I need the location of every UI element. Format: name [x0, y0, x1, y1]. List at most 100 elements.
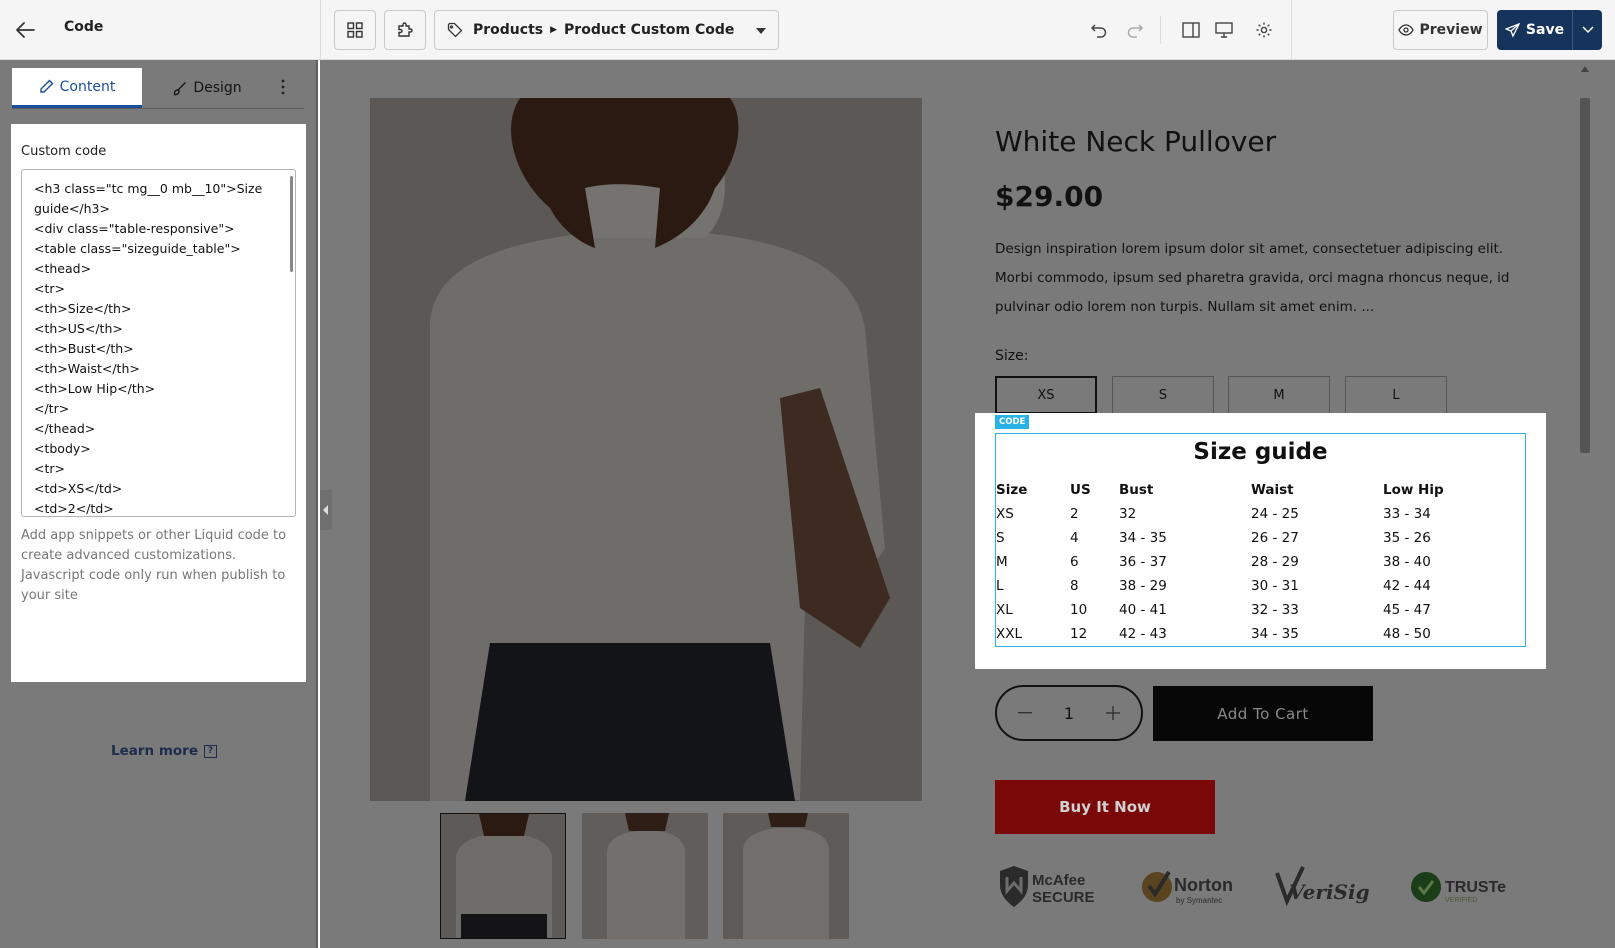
product-thumbnail-1[interactable] — [440, 813, 566, 939]
code-line: <tr> — [34, 281, 65, 296]
desktop-icon[interactable] — [1214, 20, 1234, 40]
table-cell: M — [996, 554, 1008, 570]
product-description: Design inspiration lorem ipsum dolor sit… — [995, 241, 1510, 315]
save-label: Save — [1525, 22, 1565, 38]
save-button[interactable]: Save — [1497, 10, 1572, 50]
learn-more-label: Learn more — [111, 743, 198, 759]
tab-divider — [12, 108, 304, 109]
divider — [320, 0, 321, 60]
breadcrumb-separator-icon: ▶ — [550, 25, 558, 35]
tab-content[interactable]: Content — [12, 68, 142, 108]
product-thumbnail-3[interactable] — [723, 813, 849, 939]
sidebar-toggle-icon[interactable] — [1181, 20, 1201, 40]
table-cell: 28 - 29 — [1251, 554, 1299, 570]
product-main-image[interactable] — [370, 98, 922, 801]
table-row: XXL 12 42 - 43 34 - 35 48 - 50 — [996, 622, 1523, 646]
size-option-s[interactable]: S — [1112, 376, 1214, 414]
truste-verified-text: VERIFIED — [1445, 897, 1477, 904]
table-cell: 45 - 47 — [1383, 602, 1431, 618]
code-line: <td>2</td> — [34, 501, 114, 516]
table-cell: 30 - 31 — [1251, 578, 1299, 594]
table-cell: 34 - 35 — [1119, 530, 1167, 546]
scroll-up-icon[interactable] — [1581, 66, 1589, 72]
mcafee-secure-text: SECURE — [1032, 889, 1095, 906]
undo-icon[interactable] — [1089, 20, 1109, 40]
canvas-scrollbar[interactable] — [1577, 60, 1593, 948]
editor-scrollbar[interactable] — [290, 176, 293, 272]
table-cell: L — [996, 578, 1004, 594]
code-line: <div class="table-responsive"> — [34, 221, 235, 236]
plus-icon[interactable] — [1103, 703, 1123, 723]
code-line: <tbody> — [34, 441, 91, 456]
sections-grid-button[interactable] — [334, 10, 376, 50]
tab-design-label: Design — [193, 80, 242, 96]
table-cell: 48 - 50 — [1383, 626, 1431, 642]
settings-gear-icon[interactable] — [1254, 20, 1274, 40]
table-cell: 12 — [1070, 626, 1088, 642]
product-thumbnail-2[interactable] — [582, 813, 708, 939]
breadcrumb-current: Product Custom Code — [564, 22, 735, 38]
norton-sub-text: by Symantec — [1176, 896, 1222, 905]
table-row: L 8 38 - 29 30 - 31 42 - 44 — [996, 574, 1523, 598]
table-cell: XXL — [996, 626, 1023, 642]
back-arrow-icon[interactable] — [14, 18, 38, 42]
size-option-xs[interactable]: XS — [995, 376, 1097, 414]
buy-it-now-button[interactable]: Buy It Now — [995, 780, 1215, 834]
canvas-scrollbar-thumb[interactable] — [1580, 98, 1590, 453]
tab-design[interactable]: Design — [142, 68, 272, 108]
preview-button[interactable]: Preview — [1393, 10, 1488, 50]
top-bar: Code Products ▶ Product Custom Code Prev… — [0, 0, 1615, 60]
quantity-value[interactable]: 1 — [1064, 704, 1074, 723]
table-cell: 42 - 44 — [1383, 578, 1431, 594]
custom-code-help-text: Add app snippets or other Liquid code to… — [21, 528, 287, 603]
table-cell: S — [996, 530, 1005, 546]
apps-button[interactable] — [384, 10, 426, 50]
size-option-m[interactable]: M — [1228, 376, 1330, 414]
table-cell: 4 — [1070, 530, 1079, 546]
breadcrumb-root[interactable]: Products — [473, 22, 543, 38]
table-cell: 36 - 37 — [1119, 554, 1167, 570]
breadcrumb[interactable]: Products ▶ Product Custom Code — [434, 10, 779, 50]
table-row: M 6 36 - 37 28 - 29 38 - 40 — [996, 550, 1523, 574]
tag-icon — [447, 22, 463, 38]
table-header-cell: Waist — [1251, 482, 1294, 498]
custom-code-block[interactable]: CODE Size guide Size US Bust Waist Low Hip X… — [975, 413, 1546, 669]
table-cell: 2 — [1070, 506, 1079, 522]
chevron-down-icon[interactable] — [756, 27, 766, 35]
norton-text: Norton — [1174, 875, 1233, 895]
table-cell: 34 - 35 — [1251, 626, 1299, 642]
help-question-icon: ? — [204, 744, 217, 758]
code-line: <tr> — [34, 461, 65, 476]
more-vertical-icon[interactable] — [280, 78, 288, 98]
table-cell: 8 — [1070, 578, 1079, 594]
mcafee-secure-logo: McAfee SECURE — [998, 865, 1103, 909]
grid-icon — [346, 21, 364, 39]
table-row: XS 2 32 24 - 25 33 - 34 — [996, 502, 1523, 526]
table-row: XL 10 40 - 41 32 - 33 45 - 47 — [996, 598, 1523, 622]
table-cell: 32 - 33 — [1251, 602, 1299, 618]
product-price: $29.00 — [995, 180, 1104, 213]
size-option-l[interactable]: L — [1345, 376, 1447, 414]
pencil-icon — [39, 79, 54, 94]
save-options-chevron-icon[interactable] — [1572, 10, 1602, 50]
redo-icon[interactable] — [1125, 20, 1145, 40]
size-guide-title: Size guide — [1193, 439, 1328, 465]
table-cell: 26 - 27 — [1251, 530, 1299, 546]
minus-icon[interactable] — [1015, 703, 1035, 723]
learn-more-link[interactable]: Learn more ? — [111, 743, 217, 759]
sidebar: Content Design Custom code <h3 class="tc… — [0, 60, 318, 948]
add-to-cart-button[interactable]: Add To Cart — [1153, 686, 1373, 741]
table-cell: 33 - 34 — [1383, 506, 1431, 522]
custom-code-editor[interactable]: <h3 class="tc mg__0 mb__10">Size guide</h… — [21, 169, 296, 517]
table-cell: 10 — [1070, 602, 1088, 618]
table-cell: 24 - 25 — [1251, 506, 1299, 522]
page-title: Code — [64, 19, 104, 35]
tab-content-label: Content — [59, 78, 116, 95]
code-line: <table class="sizeguide_table"> — [34, 241, 241, 256]
collapse-sidebar-chevron-icon[interactable] — [320, 490, 332, 530]
size-guide-table: Size US Bust Waist Low Hip XS 2 32 24 - 25 33 - … — [996, 478, 1523, 646]
code-line: </thead> — [34, 421, 96, 436]
code-line: </tr> — [34, 401, 70, 416]
divider — [1160, 16, 1161, 44]
truste-text: TRUSTe — [1445, 879, 1506, 896]
